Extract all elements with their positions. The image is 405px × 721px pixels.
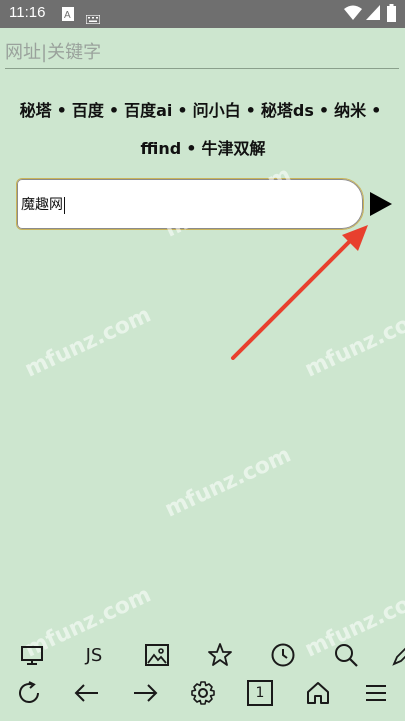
- engine-ffind[interactable]: ffind: [141, 139, 182, 158]
- back-button[interactable]: [72, 678, 102, 708]
- toolbar-top: JS: [0, 640, 405, 680]
- js-label: JS: [85, 644, 103, 666]
- settings-icon: [191, 681, 215, 705]
- search-icon: [335, 644, 358, 667]
- status-bar: 11:16 A: [0, 0, 405, 28]
- go-button[interactable]: [368, 191, 394, 217]
- history-button[interactable]: [268, 640, 298, 670]
- watermark: mfunz.com: [161, 442, 295, 523]
- clock-icon: [271, 643, 295, 667]
- battery-icon: [387, 4, 396, 26]
- star-icon: [208, 643, 232, 666]
- edit-button[interactable]: [390, 640, 405, 670]
- svg-text:A: A: [64, 10, 71, 21]
- image-toggle-button[interactable]: [142, 640, 172, 670]
- search-input[interactable]: 魔趣网: [21, 194, 65, 214]
- desktop-icon: [21, 646, 43, 665]
- separator: •: [56, 101, 67, 120]
- engine-baidu[interactable]: 百度: [72, 101, 104, 120]
- toolbar-bottom: 1: [0, 678, 405, 718]
- back-icon: [74, 684, 98, 702]
- separator: •: [245, 101, 256, 120]
- url-bar[interactable]: [5, 38, 399, 69]
- engine-nami[interactable]: 纳米: [334, 101, 366, 120]
- signal-icon: [366, 5, 380, 25]
- search-value: 魔趣网: [21, 197, 63, 213]
- wifi-icon: [344, 5, 362, 25]
- refresh-icon: [19, 681, 39, 703]
- status-time: 11:16: [9, 4, 46, 21]
- engine-wenxiaobai[interactable]: 问小白: [193, 101, 241, 120]
- find-button[interactable]: [331, 640, 361, 670]
- separator: •: [318, 101, 330, 120]
- bookmark-button[interactable]: [205, 640, 235, 670]
- menu-icon: [366, 685, 386, 701]
- text-caret: [64, 196, 65, 214]
- engine-list: 秘塔 • 百度 • 百度ai • 问小白 • 秘塔ds • 纳米 • ffind • 牛津双解: [14, 92, 392, 168]
- engine-mita[interactable]: 秘塔: [20, 101, 52, 120]
- forward-button[interactable]: [130, 678, 160, 708]
- menu-button[interactable]: [361, 678, 391, 708]
- desktop-mode-button[interactable]: [17, 640, 47, 670]
- separator: •: [108, 101, 120, 120]
- tab-count: 1: [247, 680, 273, 706]
- watermark: mfunz.com: [21, 302, 155, 383]
- keyboard-icon: [85, 9, 101, 28]
- forward-icon: [134, 684, 158, 702]
- play-icon: [370, 192, 392, 216]
- settings-button[interactable]: [188, 678, 218, 708]
- separator: •: [186, 139, 197, 158]
- engine-mita-ds[interactable]: 秘塔ds: [261, 101, 314, 120]
- engine-baidu-ai[interactable]: 百度ai: [124, 101, 172, 120]
- engine-oxford[interactable]: 牛津双解: [201, 139, 265, 158]
- pen-icon: [392, 647, 405, 666]
- home-icon: [307, 682, 329, 704]
- separator: •: [177, 101, 188, 120]
- image-icon: [145, 644, 169, 666]
- separator: •: [371, 101, 382, 120]
- url-input[interactable]: [5, 38, 399, 66]
- refresh-button[interactable]: [14, 678, 44, 708]
- js-toggle-button[interactable]: JS: [79, 640, 109, 670]
- home-button[interactable]: [303, 678, 333, 708]
- tabs-button[interactable]: 1: [245, 678, 275, 708]
- android-notification-icon: A: [62, 6, 74, 25]
